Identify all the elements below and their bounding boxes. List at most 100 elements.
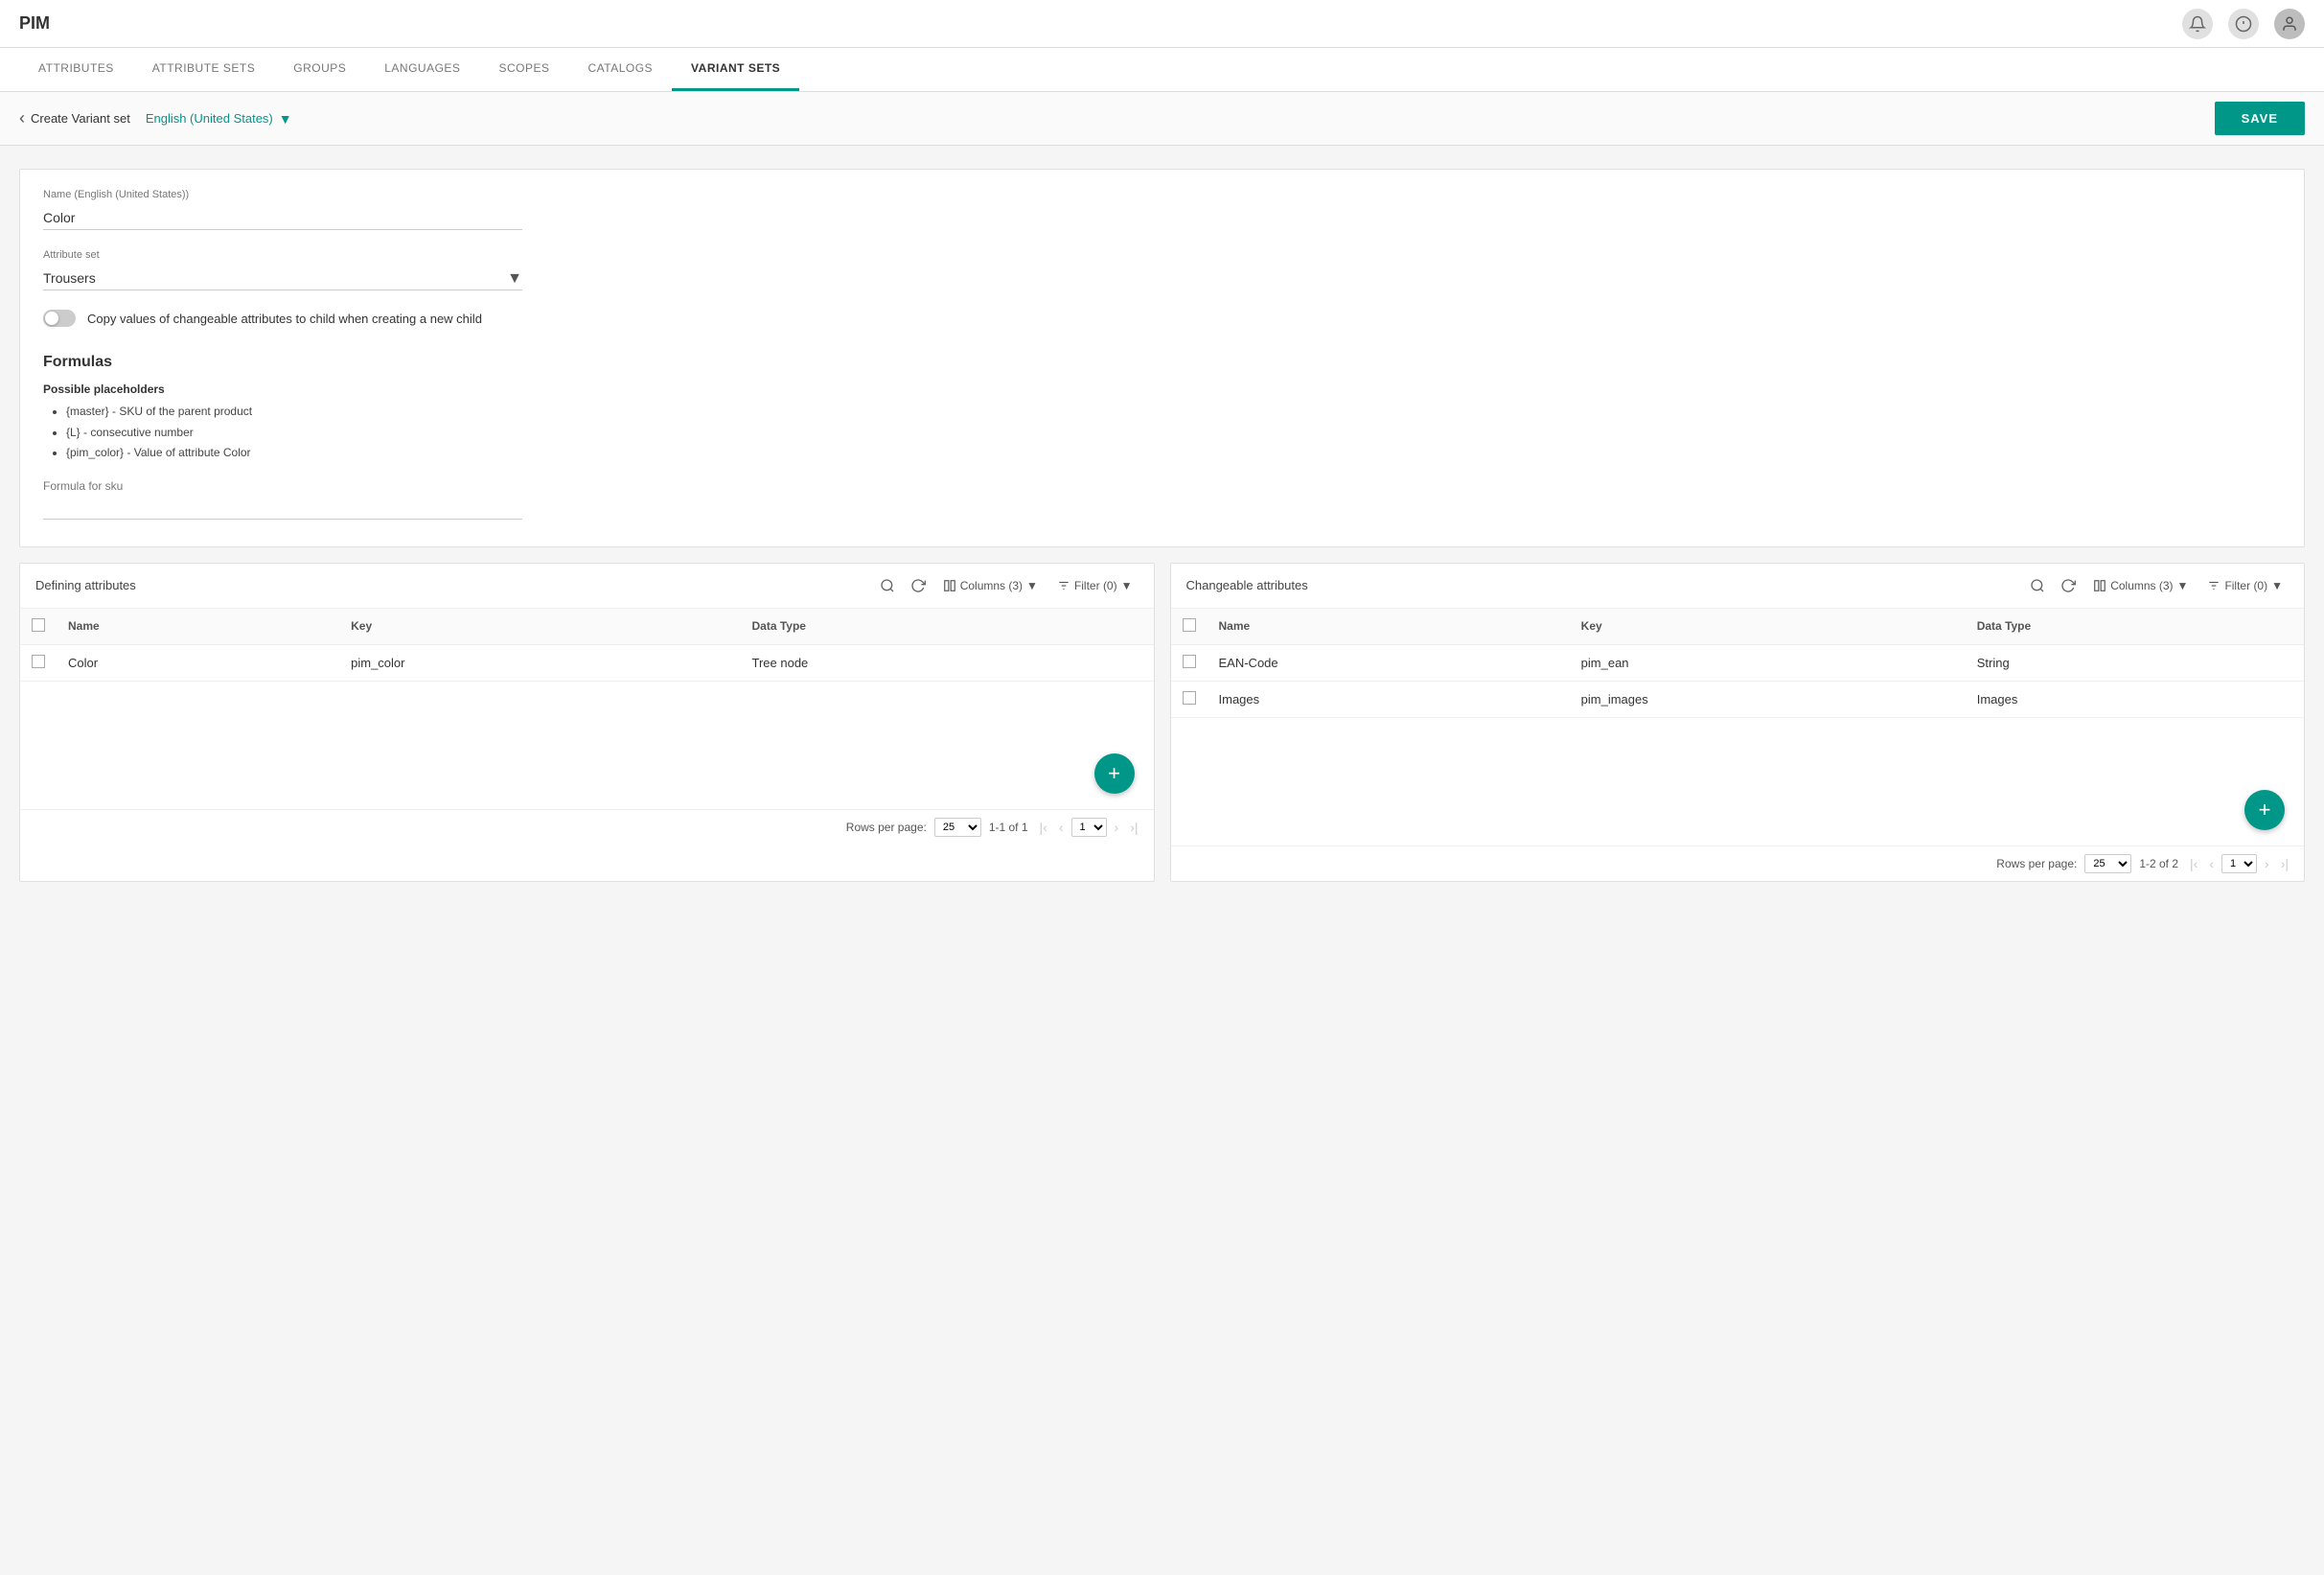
changeable-prev-page-button[interactable]: ‹ bbox=[2205, 854, 2218, 873]
top-bar: PIM bbox=[0, 0, 2324, 48]
changeable-row-1-checkbox[interactable] bbox=[1183, 691, 1196, 705]
tab-attribute-sets[interactable]: ATTRIBUTE SETS bbox=[133, 48, 274, 91]
changeable-add-icon: + bbox=[2259, 799, 2271, 821]
changeable-table-title: Changeable attributes bbox=[1186, 578, 2019, 592]
defining-search-button[interactable] bbox=[876, 576, 899, 595]
language-label: English (United States) bbox=[146, 111, 273, 126]
changeable-col-check bbox=[1171, 609, 1208, 645]
changeable-attributes-panel: Changeable attributes Columns (3) ▼ Filt… bbox=[1170, 563, 2306, 883]
defining-table-title: Defining attributes bbox=[35, 578, 868, 592]
formula-sku-label: Formula for sku bbox=[43, 479, 2281, 493]
changeable-row-check-1 bbox=[1171, 681, 1208, 717]
changeable-filter-arrow: ▼ bbox=[2271, 579, 2283, 592]
defining-add-button[interactable]: + bbox=[1094, 753, 1135, 794]
changeable-col-name: Name bbox=[1208, 609, 1570, 645]
changeable-filter-button[interactable]: Filter (0) ▼ bbox=[2201, 575, 2289, 596]
copy-values-toggle[interactable] bbox=[43, 310, 76, 327]
changeable-search-button[interactable] bbox=[2026, 576, 2049, 595]
defining-table-footer: Rows per page: 25 50 100 1-1 of 1 |‹ ‹ 1… bbox=[20, 809, 1154, 845]
changeable-row-0-datatype: String bbox=[1966, 644, 2304, 681]
defining-prev-page-button[interactable]: ‹ bbox=[1055, 818, 1068, 837]
formulas-section: Formulas Possible placeholders {master} … bbox=[43, 338, 2281, 527]
tab-variant-sets[interactable]: VARIANT SETS bbox=[672, 48, 799, 91]
changeable-row-1-datatype: Images bbox=[1966, 681, 2304, 717]
defining-col-check bbox=[20, 609, 57, 645]
language-selector[interactable]: English (United States) ▼ bbox=[146, 111, 292, 127]
defining-pagination-info: 1-1 of 1 bbox=[989, 821, 1028, 834]
placeholder-item-1: {L} - consecutive number bbox=[66, 423, 2281, 444]
defining-col-datatype: Data Type bbox=[741, 609, 1154, 645]
changeable-row-1-key: pim_images bbox=[1570, 681, 1966, 717]
placeholder-list: {master} - SKU of the parent product {L}… bbox=[66, 402, 2281, 464]
defining-filter-arrow: ▼ bbox=[1121, 579, 1133, 592]
defining-row-0-name: Color bbox=[57, 644, 339, 681]
defining-table-header: Defining attributes Columns (3) ▼ Filter… bbox=[20, 564, 1154, 609]
name-input[interactable] bbox=[43, 206, 522, 230]
changeable-table: Name Key Data Type EAN-Code pim_ean Stri… bbox=[1171, 609, 2305, 776]
placeholder-item-0: {master} - SKU of the parent product bbox=[66, 402, 2281, 423]
defining-row-0-checkbox[interactable] bbox=[32, 655, 45, 668]
changeable-spacer-row bbox=[1171, 717, 2305, 775]
back-button[interactable]: ‹ Create Variant set bbox=[19, 108, 130, 128]
defining-columns-label: Columns (3) bbox=[960, 579, 1023, 592]
back-arrow-icon: ‹ bbox=[19, 108, 25, 128]
defining-row-0-key: pim_color bbox=[339, 644, 740, 681]
defining-first-page-button[interactable]: |‹ bbox=[1036, 818, 1051, 837]
defining-page-select[interactable]: 1 bbox=[1071, 818, 1107, 837]
app-title: PIM bbox=[19, 13, 50, 34]
attribute-set-select[interactable]: Trousers bbox=[43, 266, 522, 290]
defining-add-icon: + bbox=[1108, 763, 1120, 784]
defining-last-page-button[interactable]: ›| bbox=[1126, 818, 1141, 837]
defining-columns-arrow: ▼ bbox=[1026, 579, 1038, 592]
changeable-header-checkbox[interactable] bbox=[1183, 618, 1196, 632]
placeholder-item-2: {pim_color} - Value of attribute Color bbox=[66, 443, 2281, 464]
changeable-first-page-button[interactable]: |‹ bbox=[2186, 854, 2201, 873]
changeable-add-button[interactable]: + bbox=[2244, 790, 2285, 830]
defining-page-nav: |‹ ‹ 1 › ›| bbox=[1036, 818, 1142, 837]
changeable-pagination-info: 1-2 of 2 bbox=[2139, 857, 2178, 870]
notifications-icon[interactable] bbox=[2182, 9, 2213, 39]
tab-scopes[interactable]: SCOPES bbox=[479, 48, 568, 91]
changeable-page-select[interactable]: 1 bbox=[2221, 854, 2257, 873]
language-dropdown-icon: ▼ bbox=[279, 111, 292, 127]
toggle-row: Copy values of changeable attributes to … bbox=[43, 310, 2281, 327]
changeable-row-0-key: pim_ean bbox=[1570, 644, 1966, 681]
bell-icon[interactable] bbox=[2228, 9, 2259, 39]
defining-refresh-button[interactable] bbox=[907, 576, 930, 595]
user-avatar[interactable] bbox=[2274, 9, 2305, 39]
attribute-set-select-wrap: Trousers ▼ bbox=[43, 266, 522, 290]
toolbar: ‹ Create Variant set English (United Sta… bbox=[0, 92, 2324, 146]
defining-rows-per-page-select[interactable]: 25 50 100 bbox=[934, 818, 981, 837]
changeable-last-page-button[interactable]: ›| bbox=[2277, 854, 2292, 873]
defining-next-page-button[interactable]: › bbox=[1111, 818, 1123, 837]
changeable-rows-per-page-select[interactable]: 25 50 100 bbox=[2084, 854, 2131, 873]
defining-table: Name Key Data Type Color pim_color Tree … bbox=[20, 609, 1154, 739]
placeholders-title: Possible placeholders bbox=[43, 382, 2281, 396]
toggle-label: Copy values of changeable attributes to … bbox=[87, 312, 482, 326]
changeable-refresh-button[interactable] bbox=[2057, 576, 2080, 595]
changeable-filter-label: Filter (0) bbox=[2224, 579, 2267, 592]
defining-columns-button[interactable]: Columns (3) ▼ bbox=[937, 575, 1044, 596]
changeable-columns-button[interactable]: Columns (3) ▼ bbox=[2087, 575, 2194, 596]
changeable-table-row-0: EAN-Code pim_ean String bbox=[1171, 644, 2305, 681]
tab-groups[interactable]: GROUPS bbox=[274, 48, 365, 91]
tables-row: Defining attributes Columns (3) ▼ Filter… bbox=[19, 563, 2305, 883]
save-button[interactable]: SAVE bbox=[2215, 102, 2305, 135]
defining-table-row: Color pim_color Tree node bbox=[20, 644, 1154, 681]
changeable-next-page-button[interactable]: › bbox=[2261, 854, 2273, 873]
changeable-row-check-0 bbox=[1171, 644, 1208, 681]
defining-filter-label: Filter (0) bbox=[1074, 579, 1117, 592]
form-section: Name (English (United States)) Attribute… bbox=[19, 169, 2305, 547]
defining-filter-button[interactable]: Filter (0) ▼ bbox=[1051, 575, 1139, 596]
name-field-group: Name (English (United States)) bbox=[43, 189, 2281, 230]
tab-languages[interactable]: LANGUAGES bbox=[365, 48, 479, 91]
changeable-row-1-name: Images bbox=[1208, 681, 1570, 717]
defining-rows-per-page-label: Rows per page: bbox=[846, 821, 927, 834]
tab-catalogs[interactable]: CATALOGS bbox=[568, 48, 672, 91]
defining-row-0-datatype: Tree node bbox=[741, 644, 1154, 681]
changeable-rows-per-page-label: Rows per page: bbox=[1996, 857, 2077, 870]
changeable-row-0-checkbox[interactable] bbox=[1183, 655, 1196, 668]
formula-sku-input[interactable] bbox=[43, 497, 522, 520]
defining-header-checkbox[interactable] bbox=[32, 618, 45, 632]
tab-attributes[interactable]: ATTRIBUTES bbox=[19, 48, 133, 91]
